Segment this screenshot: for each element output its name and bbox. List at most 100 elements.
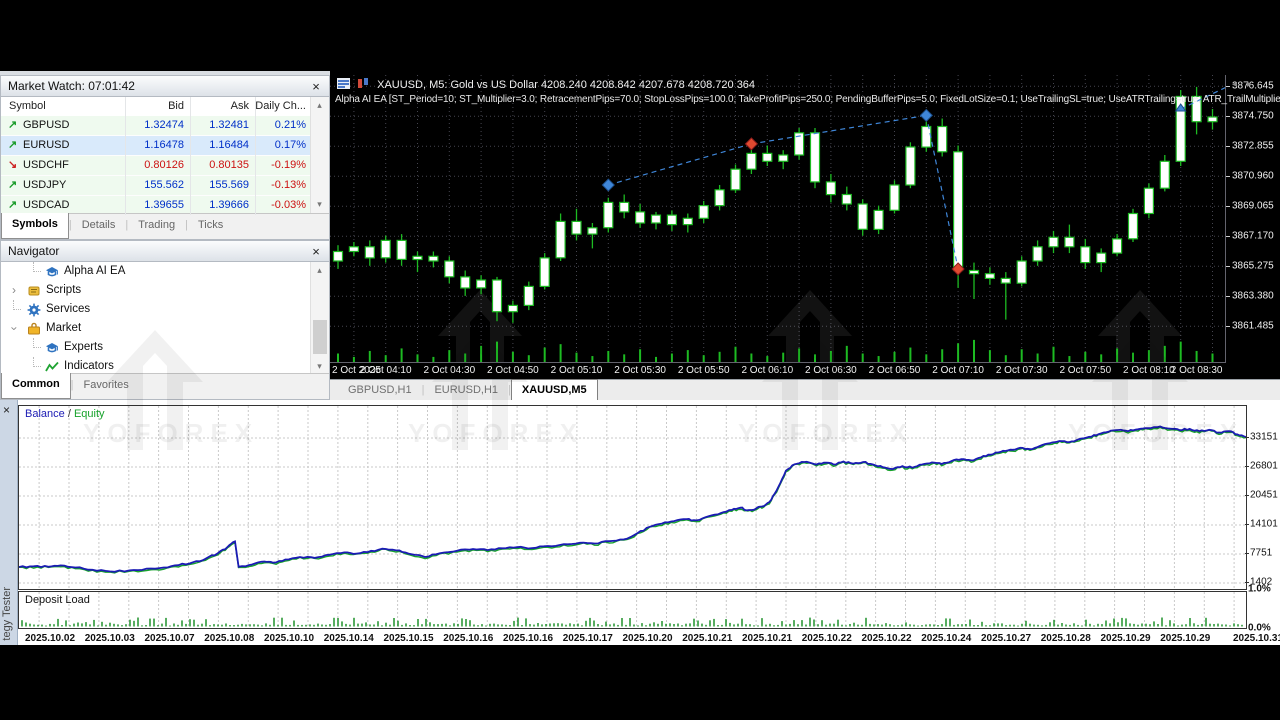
candle-body xyxy=(396,239,407,260)
candle-body xyxy=(428,255,439,262)
market-watch-scrollbar[interactable]: ▴ ▾ xyxy=(310,97,329,213)
tree-connector xyxy=(13,309,21,310)
column-header-ask[interactable]: Ask xyxy=(231,97,249,116)
column-header-bid[interactable]: Bid xyxy=(168,97,184,116)
chart-legend: Balance / Equity xyxy=(25,408,105,420)
tester-y-label: 33151 xyxy=(1250,431,1278,443)
close-icon[interactable]: × xyxy=(309,76,323,97)
scrollbar-thumb[interactable] xyxy=(313,320,327,354)
candle-body xyxy=(507,304,518,313)
tester-x-label: 2025.10.22 xyxy=(861,633,912,644)
tab-details[interactable]: Details xyxy=(72,214,126,239)
tab-common[interactable]: Common xyxy=(1,373,71,399)
tester-y-tick xyxy=(1245,553,1249,554)
market-watch-row-usdcad[interactable]: ↗ USDCAD 1.39655 1.39666 -0.03% xyxy=(1,196,311,213)
navigator-tree: Alpha AI EA › Scripts Services › Market Expert… xyxy=(1,262,311,375)
chart-tab-eurusdh1[interactable]: EURUSD,H1 xyxy=(424,380,508,401)
sidebar-item-label: Scripts xyxy=(46,284,82,296)
tester-y-label: 1402 xyxy=(1250,576,1273,588)
close-icon[interactable]: × xyxy=(309,241,323,262)
scroll-up-icon[interactable]: ▴ xyxy=(311,97,328,114)
candle-body xyxy=(857,203,868,230)
close-marker xyxy=(744,137,759,151)
sidebar-item-experts[interactable]: Experts xyxy=(1,338,311,357)
candle-body xyxy=(921,125,932,148)
candlestick-svg xyxy=(330,75,1225,362)
candle-body xyxy=(730,168,741,191)
market-watch-row-eurusd[interactable]: ↗ EURUSD 1.16478 1.16484 0.17% xyxy=(1,136,311,156)
tester-x-label: 2025.10.16 xyxy=(443,633,494,644)
tab-ticks[interactable]: Ticks xyxy=(188,214,233,239)
time-axis[interactable]: 2 Oct 2025 2 Oct 04:10 2 Oct 04:30 2 Oct 04… xyxy=(330,363,1225,380)
candle-body xyxy=(380,239,391,259)
trade-line xyxy=(751,114,927,145)
ask-value: 1.32481 xyxy=(209,119,249,131)
chart-tab-gbpusdh1[interactable]: GBPUSD,H1 xyxy=(338,380,422,401)
tester-x-label: 2025.10.22 xyxy=(801,633,852,644)
candle-body xyxy=(1143,187,1155,215)
sidebar-item-alpha-ai-ea[interactable]: Alpha AI EA xyxy=(1,262,311,281)
market-watch-row-gbpusd[interactable]: ↗ GBPUSD 1.32474 1.32481 0.21% xyxy=(1,116,311,136)
column-header-symbol[interactable]: Symbol xyxy=(9,97,46,116)
tester-y-tick xyxy=(1245,582,1249,583)
chart-tab-scroll-arrows[interactable]: ◂▸ xyxy=(1232,79,1262,90)
tab-trading[interactable]: Trading xyxy=(128,214,185,239)
column-header-dailych[interactable]: Daily Ch... xyxy=(255,97,306,116)
navigator-title: Navigator × xyxy=(1,241,329,262)
up-arrow-icon: ↗ xyxy=(8,199,18,211)
market-watch-row-usdjpy[interactable]: ↗ USDJPY 155.562 155.569 -0.13% xyxy=(1,176,311,196)
tab-right-icon[interactable]: ▸ xyxy=(1247,79,1262,90)
price-axis[interactable]: 3876.645 3874.750 3872.855 3870.960 3869.065… xyxy=(1226,75,1280,362)
candle-body xyxy=(476,279,487,289)
chart-tab-xauusdm5[interactable]: XAUUSD,M5 xyxy=(510,379,598,401)
candlestick-chart[interactable] xyxy=(330,75,1226,363)
tab-favorites[interactable]: Favorites xyxy=(74,374,139,399)
sidebar-item-services[interactable]: Services xyxy=(1,300,311,319)
bid-value: 1.16478 xyxy=(144,139,184,151)
symbol-name: GBPUSD xyxy=(23,119,70,131)
price-tick xyxy=(1226,116,1230,118)
candle-body xyxy=(412,255,423,261)
chevron-right-icon[interactable]: › xyxy=(8,281,20,300)
chart-title-text: XAUUSD, M5: Gold vs US Dollar 4208.240 4… xyxy=(377,79,756,91)
scroll-down-icon[interactable]: ▾ xyxy=(311,196,328,213)
price-tick xyxy=(1226,266,1230,268)
candle-body xyxy=(666,214,677,226)
candle-body xyxy=(873,209,884,230)
price-tick xyxy=(1226,176,1230,178)
balance-equity-chart[interactable]: Balance / Equity xyxy=(18,405,1247,590)
market-icon xyxy=(27,322,41,336)
navigator-title-text: Navigator xyxy=(8,244,60,258)
sidebar-item-market[interactable]: › Market xyxy=(1,319,311,338)
tester-x-label: 2025.10.28 xyxy=(1040,633,1091,644)
tester-x-label: 2025.10.07 xyxy=(144,633,195,644)
navigator-tabs: Common | Favorites xyxy=(1,373,329,399)
tab-symbols[interactable]: Symbols xyxy=(1,213,69,239)
close-icon[interactable]: × xyxy=(3,403,10,417)
navigator-scrollbar[interactable]: ▴ ▾ xyxy=(310,262,329,375)
price-label: 3865.275 xyxy=(1232,260,1274,272)
strategy-tester-panel: × tegy Tester Balance / Equity Deposit L… xyxy=(0,400,1280,645)
tab-left-icon[interactable]: ◂ xyxy=(1232,79,1247,90)
candle-body xyxy=(746,152,757,170)
bid-value: 1.32474 xyxy=(144,119,184,131)
buy-marker xyxy=(919,108,933,123)
candle-body xyxy=(1048,236,1059,248)
sidebar-item-scripts[interactable]: › Scripts xyxy=(1,281,311,300)
balance-svg xyxy=(18,406,1247,589)
scroll-up-icon[interactable]: ▴ xyxy=(311,262,328,279)
deposit-load-chart[interactable]: Deposit Load xyxy=(18,591,1247,629)
candle-body xyxy=(889,184,900,211)
market-watch-tabs: Symbols | Details | Trading | Ticks xyxy=(1,213,329,239)
symbol-name: USDCHF xyxy=(23,159,69,171)
chevron-down-icon[interactable]: › xyxy=(5,323,24,335)
up-arrow-icon: ↗ xyxy=(8,119,18,131)
market-watch-row-usdchf[interactable]: ↘ USDCHF 0.80126 0.80135 -0.19% xyxy=(1,156,311,176)
market-watch-title-text: Market Watch: 07:01:42 xyxy=(8,79,135,93)
ask-value: 0.80135 xyxy=(209,159,249,171)
watermark-arrow xyxy=(1098,290,1182,362)
candle-body xyxy=(650,214,662,224)
column-separator xyxy=(255,97,256,215)
deposit-min-label: 0.0% xyxy=(1248,622,1271,634)
candle-body xyxy=(1000,277,1011,284)
